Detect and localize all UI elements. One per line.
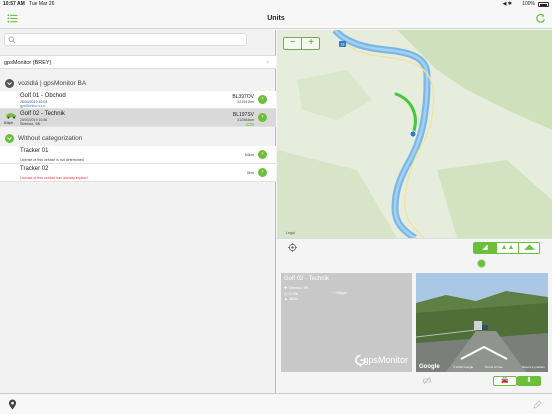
locate-icon[interactable] [288,243,297,252]
info-altitude: 382m [288,297,299,301]
terms-of-use-link[interactable]: Terms of Use [485,365,503,369]
copyright-text: © 2019 Google [453,365,474,369]
go-arrow-icon[interactable]: › [258,95,267,104]
map-legal-link[interactable]: Legal [286,231,295,235]
go-arrow-icon[interactable]: › [258,168,267,177]
info-speed: 84kph [336,291,347,295]
moving-car-icon [246,122,254,126]
action-bar: 🚘 ⬇ [416,374,548,388]
status-time: 10:57 AM [3,1,25,7]
refresh-icon[interactable] [535,13,546,24]
info-location: Strečno, SK [288,286,309,290]
unit-speed: 84kph [4,121,14,125]
street-view-scene [416,273,548,372]
map-toolbar: ◢ ▲▲ ◢◣ [277,238,552,256]
unit-detail-panel: 18 − + Legal ◢ ▲▲ ◢◣ Golf 02 - Technik ✚… [277,30,552,393]
tracker-distance: 54km [244,153,254,157]
zoom-control: − + [283,37,320,50]
unit-info-card: Golf 02 - Technik ✚ Strečno, SK ◷ 10:56 … [281,273,412,372]
report-problem-link[interactable]: Report a problem [522,365,545,369]
navigation-bar: Units [0,9,552,29]
signal-icon: ◀ ✱ [502,1,512,7]
units-list-panel: gpsMonitor (BREY) › vozidlá | gpsMonitor… [0,30,276,393]
tracker-name: Tracker 02 [20,166,49,172]
map-mode-satellite-tab[interactable]: ◢◣ [518,243,539,253]
collapse-chevron-icon [5,79,14,88]
status-date: Tue Mar 26 [29,1,55,7]
tracker-row-02[interactable]: Tracker 02 License of this vehicle has a… [0,164,276,182]
tracker-distance: 0km [246,171,254,175]
brand-name: gpsMonitor [363,355,408,365]
license-status: License of this vehicle has already expi… [20,176,88,180]
search-input[interactable] [17,35,242,44]
road-marker: 18 [341,43,345,47]
unit-address: Strečno, SK [20,122,41,126]
company-label: gpsMonitor (BREY) [4,60,52,66]
unit-owner: gpsMonitor s.r.o [20,104,45,108]
location-pin-icon[interactable] [8,399,17,410]
street-view-image[interactable]: Google © 2019 Google Terms of Use Report… [416,273,548,372]
unit-row-golf-01[interactable]: Golf 01 - Obchod 26/03/2019 10:03 gpsMon… [0,91,276,109]
edit-pen-icon[interactable] [533,400,542,409]
group-label: Without categorization [18,135,83,142]
info-speed-row: ◔ 84kph [333,291,347,295]
map-mode-terrain-tab[interactable]: ▲▲ [496,243,518,253]
google-logo: Google [419,364,440,370]
page-indicator-dot[interactable] [477,259,486,268]
info-altitude-row: ▲ 382m [284,297,299,301]
search-icon [8,36,16,44]
battery-percent: 100% [522,1,535,7]
chevron-right-icon: › [266,59,269,66]
tracker-name: Tracker 01 [20,148,49,154]
download-button[interactable]: ⬇ [517,376,541,386]
group-label: vozidlá | gpsMonitor BA [18,80,87,87]
car-button[interactable]: 🚘 [493,376,517,386]
go-arrow-icon[interactable]: › [258,150,267,159]
unit-name: Golf 02 - Technik [20,111,65,117]
group-header-without-categorization[interactable]: Without categorization [0,132,276,145]
battery-icon [538,2,549,7]
zoom-out-button[interactable]: − [284,38,302,49]
vehicle-settings-icon[interactable] [422,376,432,385]
map-mode-segmented-control: ◢ ▲▲ ◢◣ [473,242,540,254]
info-title: Golf 02 - Technik [284,276,329,282]
status-bar: 10:57 AM Tue Mar 26 ◀ ✱ 100% [0,0,552,9]
group-header-vozidla[interactable]: vozidlá | gpsMonitor BA [0,77,276,90]
info-time-row: ◷ 10:56 [284,292,298,296]
zoom-in-button[interactable]: + [302,38,320,49]
map-terrain: 18 [277,30,552,238]
page-title: Units [267,15,285,22]
collapse-chevron-icon [5,134,14,143]
map-view[interactable]: 18 − + Legal [277,30,552,238]
map-mode-route-tab[interactable]: ◢ [474,243,496,253]
info-time: 10:56 [288,292,298,296]
license-status: License of this vehicle is not determine… [20,158,84,162]
tracker-row-01[interactable]: Tracker 01 License of this vehicle is no… [0,146,276,164]
bottom-toolbar [0,393,552,414]
go-arrow-icon[interactable]: › [258,113,267,122]
unit-row-golf-02[interactable]: 84kph Golf 02 - Technik 26/03/2019 10:56… [0,109,276,127]
search-bar[interactable] [4,33,247,46]
info-location-row: ✚ Strečno, SK [284,286,309,290]
car-icon [5,113,17,119]
unit-name: Golf 01 - Obchod [20,93,66,99]
unit-odometer: 221941km [237,100,254,104]
company-selector[interactable]: gpsMonitor (BREY) › [0,55,276,69]
